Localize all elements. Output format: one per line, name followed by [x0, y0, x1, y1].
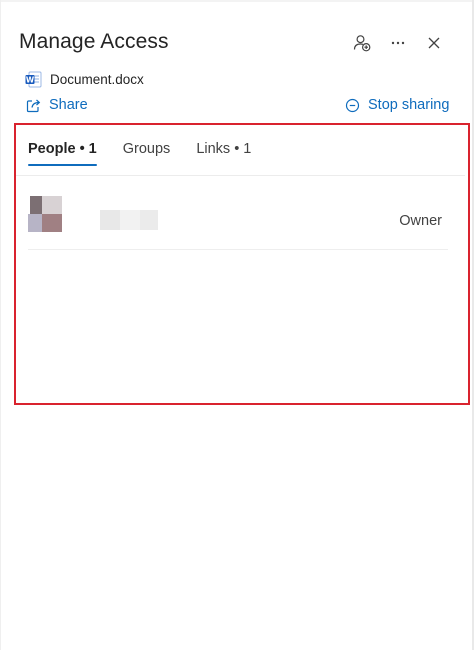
tab-groups-label: Groups	[122, 141, 171, 157]
word-icon-letter: W	[26, 75, 35, 84]
tab-divider	[16, 175, 465, 176]
stop-sharing-button[interactable]: Stop sharing	[345, 94, 449, 116]
add-person-icon	[353, 35, 371, 52]
top-edge	[0, 0, 474, 2]
share-label: Share	[49, 97, 88, 113]
person-role: Owner	[399, 213, 442, 229]
add-people-button[interactable]	[348, 30, 376, 56]
more-icon	[391, 41, 405, 45]
row-divider	[28, 249, 448, 250]
word-document-icon: W	[25, 71, 42, 87]
close-button[interactable]	[420, 30, 448, 56]
close-icon	[428, 37, 440, 49]
stop-sharing-label: Stop sharing	[368, 97, 450, 113]
avatar	[28, 196, 64, 232]
tab-people[interactable]: People • 1	[28, 138, 97, 168]
page-title: Manage Access	[19, 30, 169, 53]
tab-people-label: People • 1	[28, 141, 97, 157]
file-name: Document.docx	[50, 71, 144, 87]
share-button[interactable]: Share	[26, 94, 88, 116]
list-item[interactable]: Owner	[28, 194, 448, 248]
stop-sharing-icon	[345, 98, 360, 112]
tab-links[interactable]: Links • 1	[196, 138, 251, 168]
share-icon	[26, 99, 41, 112]
tab-links-label: Links • 1	[196, 141, 252, 157]
more-options-button[interactable]	[384, 30, 412, 56]
file-info: W Document.docx	[25, 68, 144, 90]
person-name-redacted	[100, 210, 158, 230]
panel-left-edge	[0, 0, 1, 650]
tab-groups[interactable]: Groups	[123, 138, 171, 168]
access-tabs: People • 1 Groups Links • 1	[28, 138, 277, 172]
